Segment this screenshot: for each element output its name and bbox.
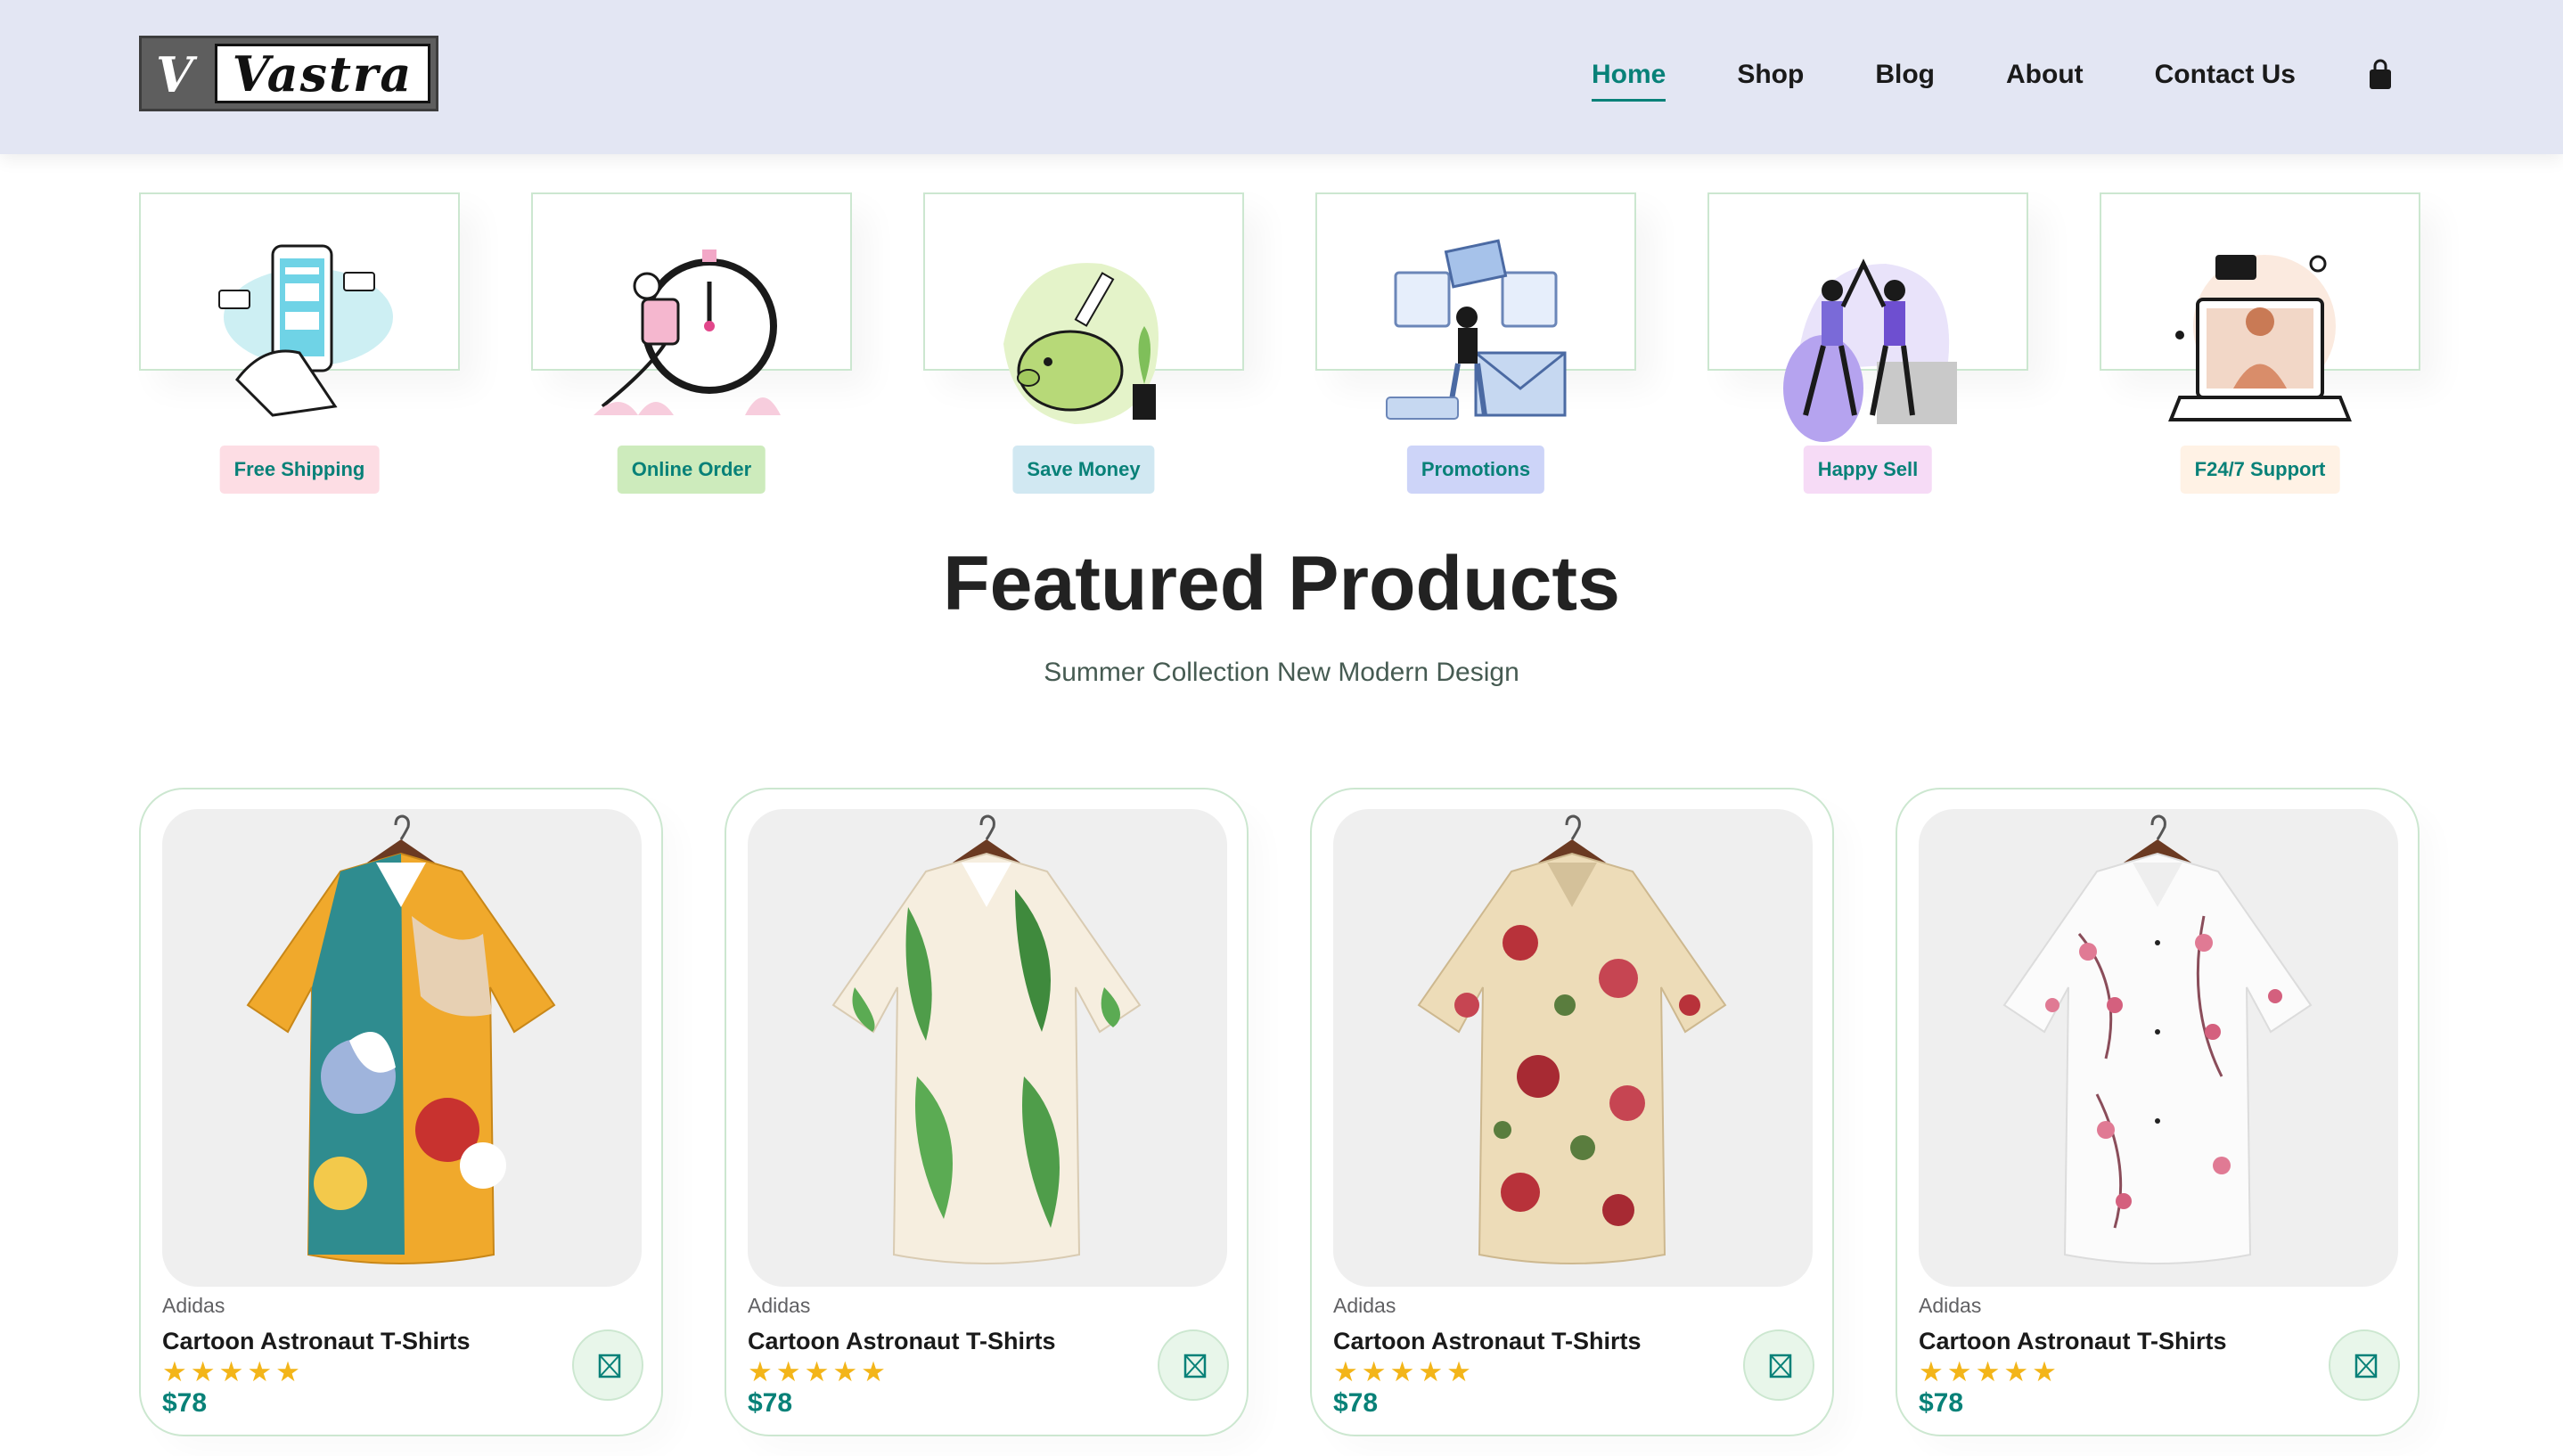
feature-save-money: Save Money — [923, 192, 1244, 495]
product-card[interactable]: Adidas Cartoon Astronaut T-Shirts ★★★★★ … — [139, 788, 663, 1436]
high-five-illustration — [1783, 258, 1957, 442]
nav-shop[interactable]: Shop — [1737, 53, 1804, 96]
nav-about[interactable]: About — [2006, 53, 2084, 96]
nav-contact[interactable]: Contact Us — [2155, 53, 2296, 96]
product-brand: Adidas — [748, 1294, 811, 1317]
nav-home[interactable]: Home — [1591, 53, 1666, 102]
product-name[interactable]: Cartoon Astronaut T-Shirts — [1333, 1328, 1642, 1355]
product-name[interactable]: Cartoon Astronaut T-Shirts — [1919, 1328, 2227, 1355]
product-image[interactable] — [748, 809, 1227, 1287]
product-brand: Adidas — [162, 1294, 225, 1317]
add-to-cart-button[interactable] — [572, 1329, 643, 1401]
nav-blog[interactable]: Blog — [1875, 53, 1935, 96]
product-brand: Adidas — [1919, 1294, 1982, 1317]
stopwatch-courier-illustration — [594, 249, 781, 415]
vastra-logo[interactable]: V Vastra — [139, 36, 438, 111]
feature-free-shipping: Free Shipping — [139, 192, 460, 495]
product-price: $78 — [162, 1388, 208, 1418]
cart-icon — [1769, 1354, 1792, 1378]
cart-icon — [2354, 1354, 2378, 1378]
logo-letter: V — [156, 46, 193, 103]
product-name[interactable]: Cartoon Astronaut T-Shirts — [162, 1328, 471, 1355]
promotion-window-illustration — [1386, 239, 1567, 420]
add-to-cart-button[interactable] — [1158, 1329, 1229, 1401]
feature-promotions: Promotions — [1315, 192, 1636, 495]
product-image[interactable] — [1919, 809, 2398, 1287]
feature-label: Happy Sell — [1803, 446, 1933, 494]
section-subtitle: Summer Collection New Modern Design — [1044, 658, 1519, 687]
cart-icon — [598, 1354, 621, 1378]
feature-label: Free Shipping — [219, 446, 380, 494]
site-header: V Vastra Home Shop Blog About Contact Us — [0, 0, 2563, 154]
product-image[interactable] — [1333, 809, 1813, 1287]
star-rating: ★★★★★ — [1919, 1356, 2060, 1387]
product-brand: Adidas — [1333, 1294, 1396, 1317]
white-pink-blossom-shirt — [2002, 814, 2313, 1264]
add-to-cart-button[interactable] — [1743, 1329, 1814, 1401]
shopping-bag-icon[interactable] — [2367, 57, 2394, 93]
product-price: $78 — [1333, 1388, 1379, 1418]
piggy-bank-illustration — [1003, 263, 1159, 424]
feature-label: Promotions — [1406, 446, 1545, 494]
phone-payment-illustration — [218, 244, 393, 417]
feature-support: F24/7 Support — [2100, 192, 2420, 495]
cart-icon — [1183, 1354, 1207, 1378]
product-name[interactable]: Cartoon Astronaut T-Shirts — [748, 1328, 1056, 1355]
feature-happy-sell: Happy Sell — [1707, 192, 2028, 495]
feature-label: Save Money — [1012, 446, 1155, 494]
feature-label: F24/7 Support — [2180, 446, 2340, 494]
laptop-support-illustration — [2168, 255, 2352, 421]
features-row: Free Shipping Online Order Save Money Pr… — [139, 192, 2420, 495]
product-card[interactable]: Adidas Cartoon Astronaut T-Shirts ★★★★★ … — [725, 788, 1249, 1436]
add-to-cart-button[interactable] — [2329, 1329, 2400, 1401]
product-image[interactable] — [162, 809, 642, 1287]
product-card[interactable]: Adidas Cartoon Astronaut T-Shirts ★★★★★ … — [1896, 788, 2420, 1436]
feature-label: Online Order — [617, 446, 766, 494]
star-rating: ★★★★★ — [1333, 1356, 1475, 1387]
main-nav: Home Shop Blog About Contact Us — [1520, 53, 2394, 102]
beige-floral-shirt — [1417, 814, 1727, 1264]
product-price: $78 — [748, 1388, 793, 1418]
star-rating: ★★★★★ — [748, 1356, 889, 1387]
logo-wordmark: Vastra — [215, 44, 430, 103]
product-price: $78 — [1919, 1388, 1964, 1418]
section-title: Featured Products — [943, 541, 1620, 626]
green-leaf-shirt — [831, 814, 1142, 1264]
feature-online-order: Online Order — [531, 192, 852, 495]
abstract-multicolor-shirt — [246, 814, 556, 1264]
star-rating: ★★★★★ — [162, 1356, 304, 1387]
product-card[interactable]: Adidas Cartoon Astronaut T-Shirts ★★★★★ … — [1310, 788, 1834, 1436]
